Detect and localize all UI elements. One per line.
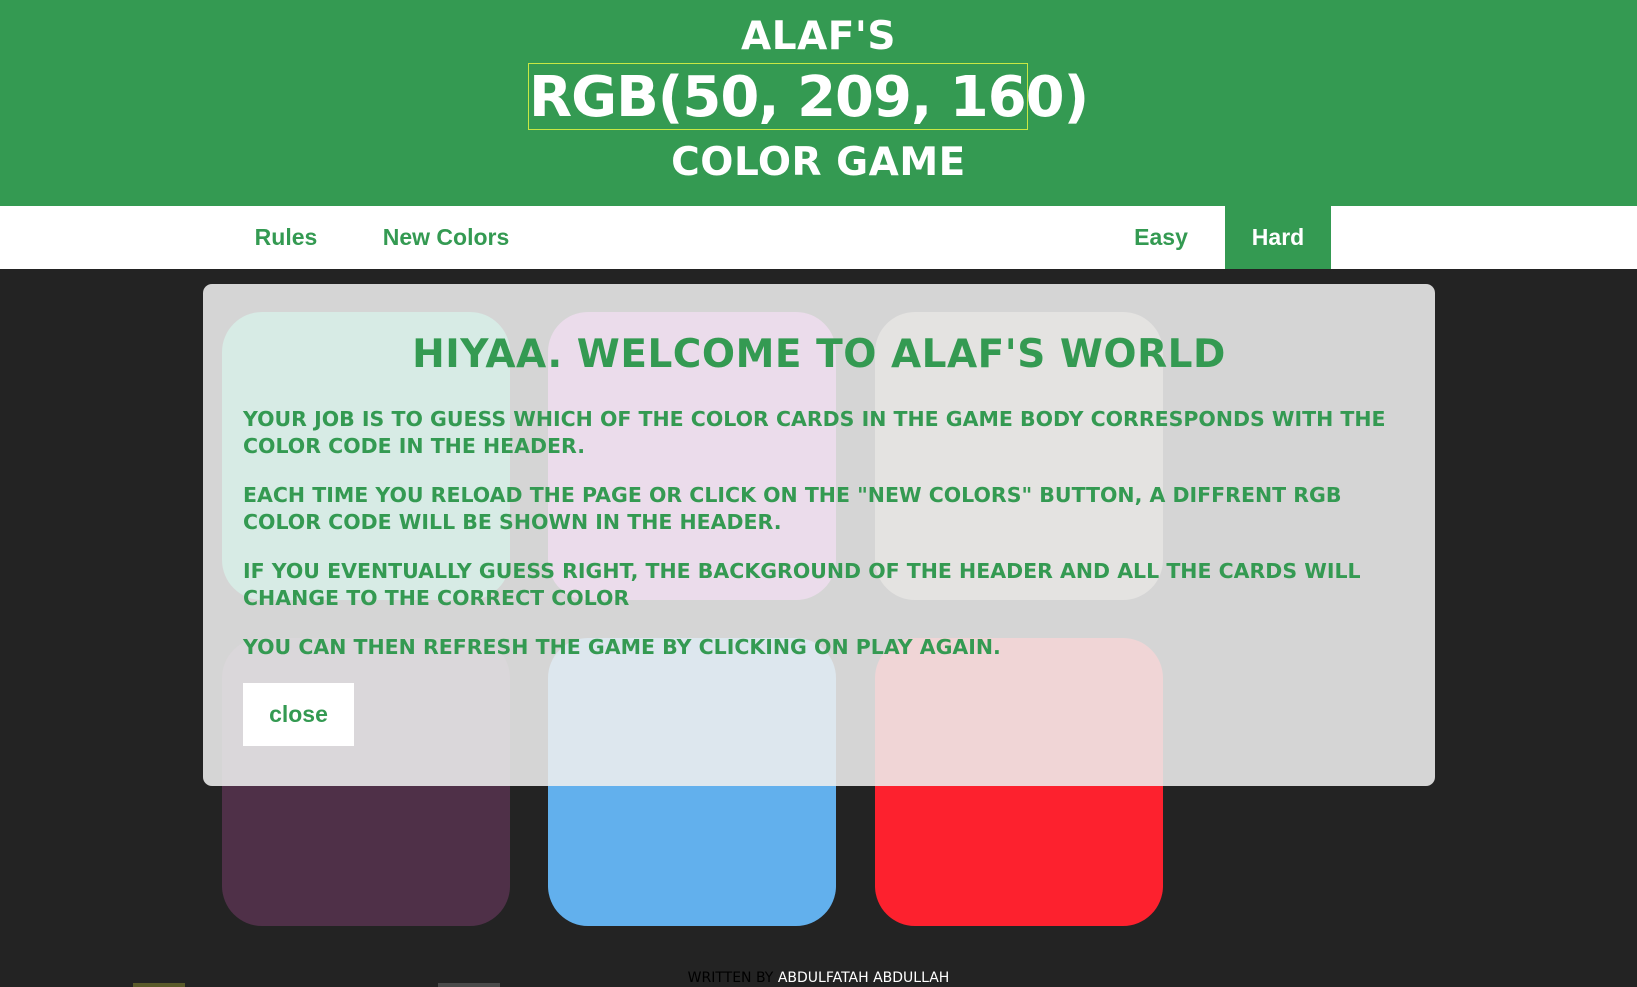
footer: WRITTEN BY ABDULFATAH ABDULLAH: [0, 970, 1637, 986]
modal-title: HIYAA. WELCOME TO ALAF'S WORLD: [412, 332, 1226, 377]
rules-button[interactable]: Rules: [238, 206, 334, 269]
close-button[interactable]: close: [243, 683, 354, 746]
footer-decoration: [133, 983, 185, 987]
rules-paragraph: YOUR JOB IS TO GUESS WHICH OF THE COLOR …: [243, 407, 1386, 458]
new-colors-button[interactable]: New Colors: [370, 206, 522, 269]
header: ALAF'S RGB(50, 209, 160) COLOR GAME: [0, 0, 1637, 206]
hard-mode-button[interactable]: Hard: [1225, 206, 1331, 269]
header-title-bottom: COLOR GAME: [671, 140, 966, 185]
rules-paragraph: YOU CAN THEN REFRESH THE GAME BY CLICKIN…: [243, 635, 1001, 659]
rules-paragraph: EACH TIME YOU RELOAD THE PAGE OR CLICK O…: [243, 483, 1342, 534]
footer-author-link[interactable]: ABDULFATAH ABDULLAH: [778, 970, 950, 986]
easy-mode-button[interactable]: Easy: [1118, 206, 1204, 269]
footer-decoration: [438, 983, 500, 987]
footer-prefix: WRITTEN BY: [687, 970, 778, 986]
rules-paragraph: IF YOU EVENTUALLY GUESS RIGHT, THE BACKG…: [243, 559, 1361, 610]
header-title-top: ALAF'S: [741, 14, 896, 59]
rules-modal: HIYAA. WELCOME TO ALAF'S WORLD YOUR JOB …: [203, 284, 1435, 786]
navbar: Rules New Colors Easy Hard: [0, 206, 1637, 269]
rgb-color-code: RGB(50, 209, 160): [528, 63, 1089, 130]
